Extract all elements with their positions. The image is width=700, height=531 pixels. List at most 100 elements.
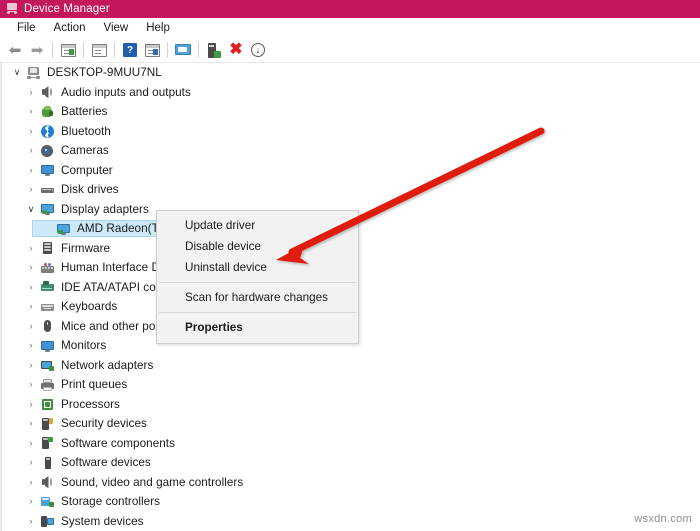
show-hidden-devices-icon[interactable] [57,40,79,61]
chevron-right-icon[interactable]: › [24,360,38,370]
chevron-right-icon[interactable]: › [24,341,38,350]
chevron-right-icon[interactable]: › [24,282,38,292]
window-title: Device Manager [24,3,110,15]
chevron-right-icon[interactable]: › [24,185,38,194]
download-icon[interactable]: ↓ [247,40,269,61]
bt-icon [38,123,56,139]
kbd-icon [38,299,56,315]
device-manager-icon [6,3,18,15]
menu-item-action[interactable]: Action [45,22,95,34]
context-menu-separator [159,312,356,313]
tree-item-label: Network adapters [61,358,154,372]
menu-item-file[interactable]: File [8,22,45,34]
tree-item-label: System devices [61,514,144,528]
context-menu-item-disable-device[interactable]: Disable device [157,236,358,257]
toolbar: ⬅ ➡ ? ✖ ↓ [0,38,700,63]
tree-item-label: Processors [61,397,120,411]
context-menu-item-properties[interactable]: Properties [157,317,358,338]
tree-item[interactable]: ∨ DESKTOP-9MUU7NL [2,63,700,83]
tree-item-label: Storage controllers [61,495,161,509]
tree-item[interactable]: › Software components [2,434,700,454]
audio-icon [38,474,56,490]
context-menu-item-update-driver[interactable]: Update driver [157,215,358,236]
tree-item[interactable]: › Disk drives [2,180,700,200]
prn-icon [38,377,56,393]
chevron-right-icon[interactable]: › [24,497,38,506]
chevron-right-icon[interactable]: › [24,321,38,331]
menu-item-help[interactable]: Help [137,22,179,34]
tree-item-label: Security devices [61,417,147,431]
tree-item[interactable]: › Sound, video and game controllers [2,473,700,493]
tree-item[interactable]: › Storage controllers [2,492,700,512]
toolbar-separator [198,42,199,58]
update-driver-icon[interactable] [141,40,163,61]
tree-item[interactable]: › Batteries [2,102,700,122]
install-driver-icon[interactable] [203,40,225,61]
chevron-down-icon[interactable]: ∨ [24,204,38,214]
chevron-right-icon[interactable]: › [24,263,38,272]
net-icon [38,357,56,373]
help-icon[interactable]: ? [119,40,141,61]
tree-item[interactable]: › Software devices [2,453,700,473]
sys-icon [38,513,56,529]
chevron-right-icon[interactable]: › [24,146,38,155]
tree-item[interactable]: › Print queues [2,375,700,395]
cpu-icon [38,396,56,412]
context-menu-item-uninstall-device[interactable]: Uninstall device [157,257,358,278]
tree-item[interactable]: › Bluetooth [2,122,700,142]
audio-icon [38,84,56,100]
tree-item[interactable]: › Cameras [2,141,700,161]
tree-item[interactable]: › Audio inputs and outputs [2,83,700,103]
chevron-right-icon[interactable]: › [24,87,38,97]
chevron-down-icon[interactable]: ∨ [10,68,24,77]
chevron-right-icon[interactable]: › [24,165,38,175]
disp-icon [54,221,72,237]
hid-icon [38,260,56,276]
context-menu-item-scan-for-hardware-changes[interactable]: Scan for hardware changes [157,287,358,308]
chevron-right-icon[interactable]: › [24,399,38,409]
root-icon [24,65,42,81]
ide-icon [38,279,56,295]
chevron-right-icon[interactable]: › [24,302,38,311]
uninstall-device-icon[interactable]: ✖ [225,40,247,61]
download-arrow-glyph: ↓ [251,43,265,57]
tree-item[interactable]: › Computer [2,161,700,181]
tree-item-label: Sound, video and game controllers [61,475,244,489]
tree-item-label: Computer [61,163,113,177]
sto-icon [38,494,56,510]
context-menu[interactable]: Update driver Disable device Uninstall dev… [156,210,359,344]
tree-item-label: Bluetooth [61,124,111,138]
mouse-icon [38,318,56,334]
tree-item-label: Firmware [61,241,111,255]
tree-item-label: Software components [61,436,175,450]
tree-item[interactable]: › Network adapters [2,356,700,376]
menu-item-view[interactable]: View [95,22,138,34]
scan-for-hardware-changes-icon[interactable] [172,40,194,61]
menu-bar: File Action View Help [0,18,700,38]
chevron-right-icon[interactable]: › [24,477,38,487]
chevron-right-icon[interactable]: › [24,107,38,116]
swc-icon [38,435,56,451]
tree-item[interactable]: › Security devices [2,414,700,434]
back-arrow-icon[interactable]: ⬅ [4,40,26,61]
chevron-right-icon[interactable]: › [24,458,38,467]
tree-item[interactable]: › Processors [2,395,700,415]
tree-item-label: Monitors [61,339,107,353]
chevron-right-icon[interactable]: › [24,380,38,389]
disp-icon [38,201,56,217]
chevron-right-icon[interactable]: › [24,419,38,428]
tree-item-label: Keyboards [61,300,118,314]
chevron-right-icon[interactable]: › [24,516,38,526]
chevron-right-icon[interactable]: › [24,243,38,253]
disk-icon [38,182,56,198]
tree-item-label: Batteries [61,105,108,119]
toolbar-separator [52,42,53,58]
properties-icon[interactable] [88,40,110,61]
tree-item[interactable]: › System devices [2,512,700,531]
tree-item-label: Print queues [61,378,128,392]
chevron-right-icon[interactable]: › [24,438,38,448]
tree-item-label: Cameras [61,144,109,158]
chevron-right-icon[interactable]: › [24,126,38,136]
context-menu-separator [159,282,356,283]
forward-arrow-icon[interactable]: ➡ [26,40,48,61]
